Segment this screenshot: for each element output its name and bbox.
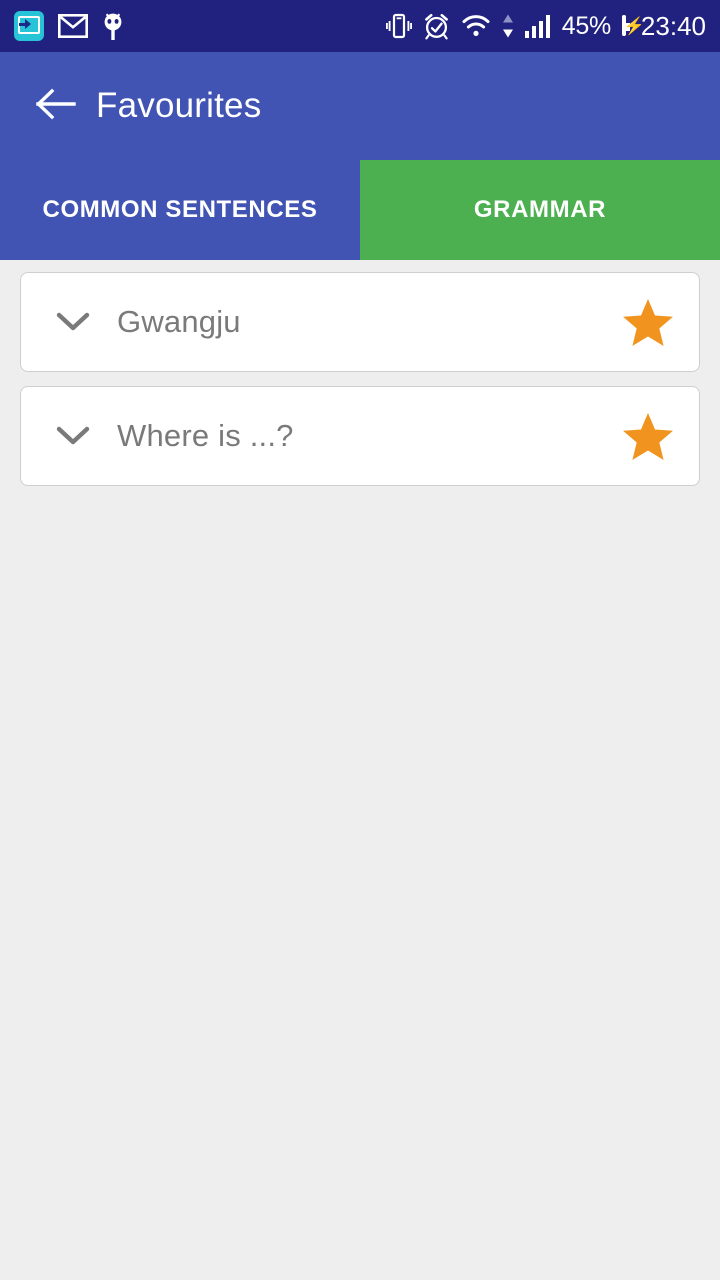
list-item-label: Where is ...?: [117, 418, 294, 453]
status-bar: 45% ⚡ 23:40: [0, 0, 720, 52]
battery-icon: ⚡: [621, 15, 645, 36]
status-bar-right-icons: 45% ⚡ 23:40: [385, 10, 706, 42]
battery-percent-label: 45%: [561, 11, 611, 40]
arrow-left-icon: [35, 87, 77, 126]
tab-common-sentences[interactable]: COMMON SENTENCES: [0, 160, 360, 260]
list-item[interactable]: Gwangju: [20, 272, 700, 372]
tab-common-sentences-label: COMMON SENTENCES: [42, 196, 318, 223]
list-item-label: Gwangju: [117, 304, 241, 339]
back-button[interactable]: [30, 80, 82, 132]
vibrate-icon: [385, 12, 412, 40]
list-item[interactable]: Where is ...?: [20, 386, 700, 486]
status-bar-clock: 23:40: [640, 10, 706, 41]
alarm-clock-icon: [423, 12, 450, 40]
chevron-down-icon[interactable]: [51, 425, 95, 447]
signal-bars-icon: [524, 14, 551, 38]
screen-cast-icon: [14, 11, 44, 41]
chevron-down-icon[interactable]: [51, 311, 95, 333]
status-bar-left-icons: [14, 11, 124, 41]
wifi-icon: [461, 14, 491, 38]
favourites-list: Gwangju Where is ...?: [0, 260, 720, 486]
tab-grammar[interactable]: GRAMMAR: [360, 160, 720, 260]
content-area: Gwangju Where is ...?: [0, 260, 720, 1280]
page-title: Favourites: [96, 86, 262, 125]
star-filled-icon[interactable]: [619, 411, 677, 461]
gmail-icon: [58, 14, 88, 38]
star-filled-icon[interactable]: [619, 297, 677, 347]
data-transfer-icon: [502, 13, 514, 39]
app-bar: Favourites: [0, 52, 720, 160]
tab-grammar-label: GRAMMAR: [473, 196, 607, 223]
bug-droid-icon: [102, 11, 124, 41]
app-screen: 45% ⚡ 23:40 Favourites COMMON SENTE: [0, 0, 720, 1280]
tab-bar: COMMON SENTENCES GRAMMAR: [0, 160, 720, 260]
